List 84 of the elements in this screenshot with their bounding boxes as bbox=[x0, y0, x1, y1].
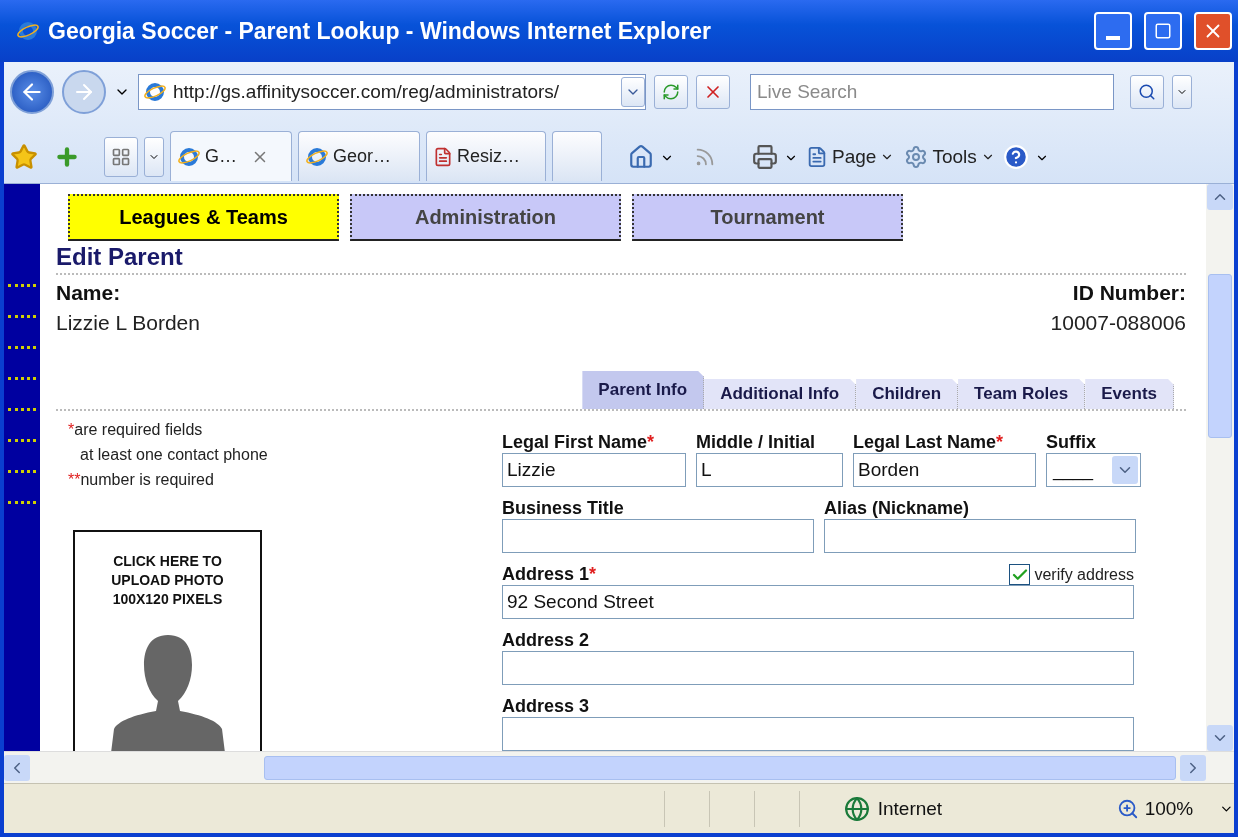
form-tab[interactable]: Children bbox=[856, 379, 959, 409]
feeds-icon[interactable] bbox=[694, 146, 716, 168]
refresh-icon bbox=[662, 83, 680, 101]
forward-button[interactable] bbox=[62, 70, 106, 114]
globe-icon bbox=[843, 795, 870, 822]
checkbox[interactable] bbox=[1009, 564, 1031, 585]
id-number-label: ID Number: bbox=[1072, 281, 1186, 305]
nav-tab[interactable]: Leagues & Teams bbox=[68, 194, 339, 241]
browser-tab[interactable]: Geor… bbox=[298, 131, 420, 181]
search-icon bbox=[1138, 83, 1156, 101]
input-field[interactable] bbox=[824, 519, 1136, 553]
scroll-left-button[interactable] bbox=[4, 754, 30, 781]
field-label: Address 3 bbox=[502, 696, 590, 717]
refresh-button[interactable] bbox=[654, 75, 688, 109]
scroll-down-button[interactable] bbox=[1207, 725, 1233, 751]
field-label: Address 2 bbox=[502, 630, 590, 651]
settings-icon bbox=[904, 145, 929, 169]
scrollbar-thumb[interactable] bbox=[1208, 274, 1232, 438]
zoom-button[interactable]: 100% bbox=[1110, 790, 1200, 827]
zoom-in-icon bbox=[1116, 797, 1139, 820]
browser-tab[interactable]: G… bbox=[170, 131, 292, 181]
id-number-value: 10007-088006 bbox=[1050, 311, 1186, 335]
field-label: Address 1* bbox=[502, 564, 597, 585]
field-label: Business Title bbox=[502, 498, 624, 519]
field-label: Middle / Initial bbox=[696, 432, 815, 453]
required-note: **number is required bbox=[67, 470, 215, 490]
scrollbar-thumb[interactable] bbox=[264, 755, 1176, 780]
new-tab-button[interactable] bbox=[552, 131, 602, 181]
form-tab[interactable]: Team Roles bbox=[958, 379, 1086, 409]
input-field[interactable]: Borden bbox=[853, 453, 1036, 487]
favorites-star-icon[interactable] bbox=[10, 143, 38, 171]
tab-list-button[interactable] bbox=[144, 137, 164, 177]
close-button[interactable] bbox=[1194, 12, 1232, 50]
nav-tab[interactable]: Tournament bbox=[632, 194, 903, 241]
browser-logo-icon bbox=[16, 19, 40, 43]
command-menu[interactable]: Page bbox=[804, 137, 897, 177]
name-value: Lizzie L Borden bbox=[56, 311, 200, 335]
form-tab[interactable]: Events bbox=[1085, 379, 1174, 409]
input-field[interactable] bbox=[502, 717, 1134, 751]
minimize-button[interactable] bbox=[1094, 12, 1132, 50]
browser-logo-icon bbox=[143, 80, 167, 104]
field-label: Legal First Name* bbox=[502, 432, 655, 453]
photo-upload-button[interactable]: CLICK HERE TO UPLOAD PHOTO 100X120 PIXELS bbox=[73, 530, 262, 751]
input-field[interactable] bbox=[502, 651, 1134, 685]
nav-tab[interactable]: Administration bbox=[350, 194, 621, 241]
security-zone: Internet bbox=[877, 797, 943, 820]
form-tab[interactable]: Parent Info bbox=[582, 371, 705, 409]
page-heading: Edit Parent bbox=[56, 243, 1186, 275]
form-tab[interactable]: Additional Info bbox=[704, 379, 857, 409]
search-field[interactable]: Live Search bbox=[750, 74, 1114, 110]
input-field[interactable] bbox=[502, 519, 814, 553]
maximize-button[interactable] bbox=[1144, 12, 1182, 50]
stop-button[interactable] bbox=[696, 75, 730, 109]
command-menu[interactable]: Tools bbox=[902, 137, 997, 177]
print-icon[interactable] bbox=[752, 144, 778, 170]
page-icon bbox=[806, 146, 828, 168]
window-title: Georgia Soccer - Parent Lookup - Windows Internet Explorer bbox=[48, 17, 713, 45]
scroll-right-button[interactable] bbox=[1180, 754, 1206, 781]
address-field[interactable]: http://gs.affinitysoccer.com/reg/administrators/ bbox=[138, 74, 646, 110]
search-button[interactable] bbox=[1130, 75, 1164, 109]
required-note: at least one contact phone bbox=[79, 445, 269, 465]
quick-tabs-button[interactable] bbox=[104, 137, 138, 177]
required-note: *are required fields bbox=[67, 420, 204, 440]
field-label: Suffix bbox=[1046, 432, 1096, 453]
scroll-up-button[interactable] bbox=[1207, 184, 1233, 210]
verify-address-checkbox[interactable]: verify address bbox=[1009, 564, 1134, 585]
minimize-icon bbox=[1106, 36, 1120, 40]
page-icon bbox=[433, 146, 453, 167]
add-favorite-icon[interactable] bbox=[54, 144, 80, 170]
back-button[interactable] bbox=[10, 70, 54, 114]
browser-tab[interactable]: Resiz… bbox=[426, 131, 546, 181]
search-options-button[interactable] bbox=[1172, 75, 1192, 109]
field-label: Legal Last Name* bbox=[853, 432, 1004, 453]
suffix-select[interactable]: ____ bbox=[1046, 453, 1141, 487]
input-field[interactable]: L bbox=[696, 453, 843, 487]
name-label: Name: bbox=[56, 281, 121, 305]
input-field[interactable]: Lizzie bbox=[502, 453, 686, 487]
input-field[interactable]: 92 Second Street bbox=[502, 585, 1134, 619]
maximize-icon bbox=[1154, 22, 1172, 40]
help-icon[interactable] bbox=[1002, 144, 1029, 170]
address-dropdown-button[interactable] bbox=[621, 77, 645, 107]
field-label: Alias (Nickname) bbox=[824, 498, 970, 519]
home-icon[interactable] bbox=[628, 144, 654, 170]
grid-icon bbox=[111, 147, 131, 167]
